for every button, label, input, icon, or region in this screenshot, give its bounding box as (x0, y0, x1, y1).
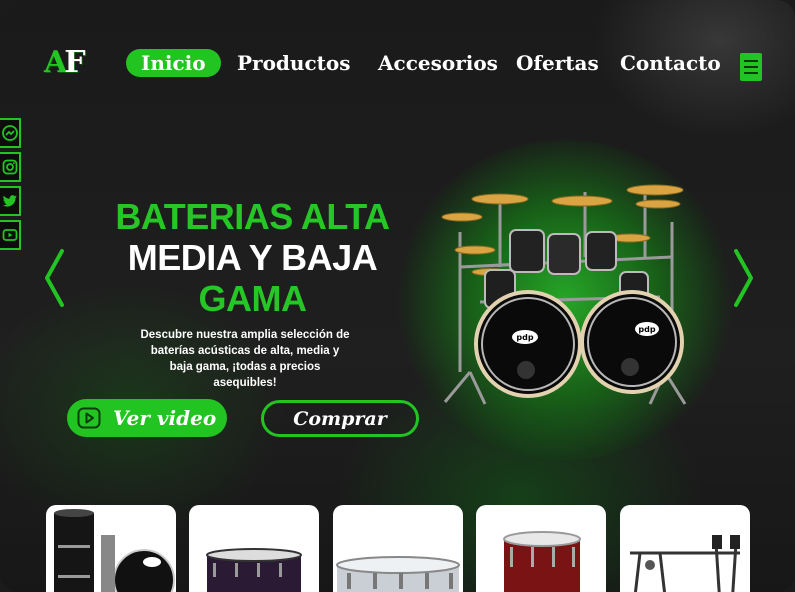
double-pedal-thumbnail (630, 535, 740, 592)
carousel-prev-arrow-icon[interactable] (42, 248, 68, 308)
product-card-snare-silver[interactable] (333, 505, 463, 592)
tom-red-thumbnail (503, 531, 581, 592)
twitter-icon[interactable] (0, 186, 21, 216)
brand-logo[interactable]: AF (44, 44, 86, 82)
hero-title: BATERIAS ALTA MEDIA Y BAJA GAMA (115, 196, 390, 319)
buy-label: Comprar (293, 407, 387, 430)
youtube-icon[interactable] (0, 220, 21, 250)
buy-button[interactable]: Comprar (261, 400, 419, 437)
drum-kit-thumbnail (54, 509, 175, 592)
product-card-double-pedal[interactable] (620, 505, 750, 592)
product-card-drum-kit[interactable] (46, 505, 176, 592)
product-card-snare-purple[interactable] (189, 505, 319, 592)
watch-video-button[interactable]: Ver video (67, 399, 227, 437)
nav-item-ofertas[interactable]: Ofertas (516, 48, 599, 78)
nav-item-contacto[interactable]: Contacto (620, 48, 721, 78)
hero-description: Descubre nuestra amplia selección de bat… (140, 329, 350, 389)
hero-drum-kit-image: pdp pdp (441, 184, 687, 405)
nav-item-accesorios[interactable]: Accesorios (378, 48, 498, 78)
watch-video-label: Ver video (113, 406, 217, 430)
product-card-tom-red[interactable] (476, 505, 606, 592)
snare-silver-thumbnail (336, 556, 460, 592)
nav-item-inicio[interactable]: Inicio (126, 49, 221, 77)
page: AF Inicio Productos Accesorios Ofertas C… (0, 0, 795, 592)
drum-brand-label-right: pdp (638, 325, 655, 334)
snare-purple-thumbnail (206, 548, 302, 592)
instagram-icon[interactable] (0, 152, 21, 182)
hamburger-menu-icon[interactable] (740, 53, 762, 81)
messenger-icon[interactable] (0, 118, 21, 148)
drum-brand-label-left: pdp (516, 333, 533, 342)
nav-item-productos[interactable]: Productos (237, 48, 350, 78)
social-bar (0, 118, 22, 254)
play-icon (77, 407, 101, 429)
